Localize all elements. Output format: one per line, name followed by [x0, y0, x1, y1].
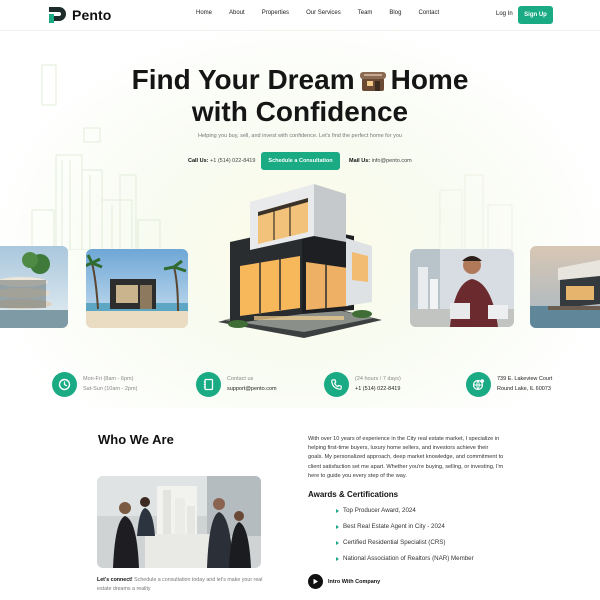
email-contact[interactable]: Contact us support@pento.com: [196, 368, 277, 400]
award-text: Certified Residential Specialist (CRS): [343, 539, 446, 546]
bullet-triangle-icon: [336, 524, 339, 529]
house-emoji-icon: [359, 72, 386, 91]
brand-name: Pento: [72, 7, 112, 23]
logo-mark-icon: [49, 7, 66, 23]
intro-label: Intro With Company: [328, 578, 381, 585]
award-item: Certified Residential Specialist (CRS): [336, 539, 445, 546]
call-label: Call Us:: [188, 158, 209, 164]
nav-divider: [0, 30, 600, 31]
login-link[interactable]: Log In: [496, 11, 513, 17]
notebook-icon: [196, 371, 221, 397]
mail-label: Mail Us:: [349, 158, 371, 164]
award-text: National Association of Realtors (NAR) M…: [343, 555, 474, 562]
awards-heading: Awards & Certifications: [308, 490, 399, 499]
property-card-curved-tower[interactable]: [0, 246, 68, 328]
top-navigation: Pento Home About Properties Our Services…: [0, 0, 600, 30]
play-icon: [308, 574, 323, 589]
hero-cta-row: Call Us: +1 (514) 022-8419 Schedule a Co…: [0, 152, 600, 170]
contact-info-bar: Mon-Fri (8am - 6pm) Sat-Sun (10am - 2pm)…: [48, 368, 553, 400]
menu-item-home[interactable]: Home: [196, 10, 212, 16]
menu-item-team[interactable]: Team: [358, 10, 373, 16]
award-item: Top Producer Award, 2024: [336, 507, 416, 514]
call-info[interactable]: Call Us: +1 (514) 022-8419: [188, 158, 255, 164]
about-paragraph: With over 10 years of experience in the …: [308, 436, 504, 479]
property-card-waterfront[interactable]: [530, 246, 600, 328]
business-hours: Mon-Fri (8am - 6pm) Sat-Sun (10am - 2pm): [52, 368, 137, 400]
team-meeting-illustration: [97, 476, 261, 568]
connect-bold: Let's connect!: [97, 577, 133, 583]
who-we-are-heading: Who We Are: [98, 432, 174, 447]
waterfront-villa-image: [530, 246, 600, 328]
menu-item-properties[interactable]: Properties: [262, 10, 289, 16]
phone-icon: [324, 371, 349, 397]
phone-value: +1 (514) 022-8419: [355, 386, 401, 392]
building-sketch-right-icon: [439, 174, 513, 250]
email-label: Contact us: [227, 376, 254, 382]
agent-office-image: [410, 249, 514, 327]
brand-logo[interactable]: Pento: [48, 6, 111, 24]
lets-connect-text: Let's connect! Schedule a consultation t…: [97, 576, 277, 594]
hero-title-line2: with Confidence: [191, 96, 409, 127]
call-value: +1 (514) 022-8419: [210, 158, 256, 164]
schedule-consultation-button[interactable]: Schedule a Consultation: [261, 152, 340, 170]
beach-cabin-image: [86, 249, 188, 328]
award-text: Top Producer Award, 2024: [343, 507, 416, 514]
award-text: Best Real Estate Agent in City - 2024: [343, 523, 445, 530]
address-line2: Round Lake, IL 60073: [497, 386, 551, 392]
hero-subtitle: Helping you buy, sell, and invest with c…: [198, 133, 402, 139]
address-line1: 739 E. Lakeview Court: [497, 376, 553, 382]
bullet-triangle-icon: [336, 540, 339, 545]
signup-button[interactable]: Sign Up: [518, 6, 553, 24]
phone-contact[interactable]: (24 hours / 7 days) +1 (514) 022-8419: [324, 368, 401, 400]
featured-villa-image: [218, 184, 382, 338]
intro-video-button[interactable]: Intro With Company: [308, 574, 380, 589]
bullet-triangle-icon: [336, 556, 339, 561]
hours-weekday: Mon-Fri (8am - 6pm): [83, 376, 134, 382]
menu-item-blog[interactable]: Blog: [389, 10, 401, 16]
globe-pin-icon: [466, 371, 491, 397]
curved-tower-image: [0, 246, 68, 328]
hero-title-part2: Home: [390, 64, 469, 95]
menu-item-about[interactable]: About: [229, 10, 245, 16]
property-card-agent[interactable]: [410, 249, 514, 327]
team-meeting-image: [97, 476, 261, 568]
mail-info[interactable]: Mail Us: info@pento.com: [349, 158, 412, 164]
hero-title-part1: Find Your Dream: [131, 64, 355, 95]
clock-icon: [52, 371, 77, 397]
main-menu: Home About Properties Our Services Team …: [196, 10, 456, 16]
phone-availability: (24 hours / 7 days): [355, 376, 401, 382]
hero-title: Find Your Dream Home with Confidence: [0, 64, 600, 128]
award-item: National Association of Realtors (NAR) M…: [336, 555, 474, 562]
mail-value: info@pento.com: [371, 158, 412, 164]
bullet-triangle-icon: [336, 508, 339, 513]
property-card-beach-cabin[interactable]: [86, 249, 188, 328]
award-item: Best Real Estate Agent in City - 2024: [336, 523, 445, 530]
email-value: support@pento.com: [227, 386, 277, 392]
hours-weekend: Sat-Sun (10am - 2pm): [83, 386, 138, 392]
menu-item-services[interactable]: Our Services: [306, 10, 341, 16]
office-address[interactable]: 739 E. Lakeview Court Round Lake, IL 600…: [466, 368, 552, 400]
menu-item-contact[interactable]: Contact: [418, 10, 439, 16]
